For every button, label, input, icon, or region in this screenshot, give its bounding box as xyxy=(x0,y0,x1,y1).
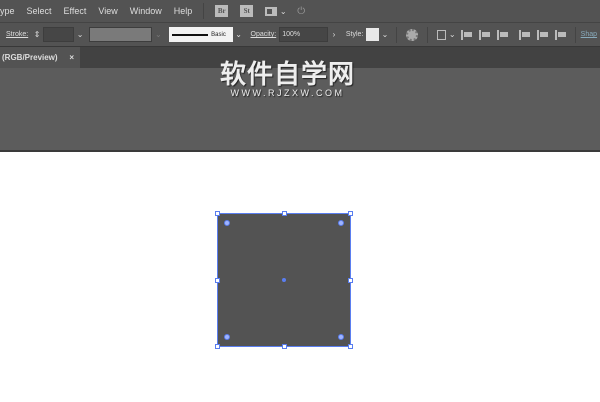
corner-widget-se[interactable] xyxy=(338,334,344,340)
resize-handle-s[interactable] xyxy=(282,344,287,349)
style-label: Style: xyxy=(345,31,364,38)
resize-handle-ne[interactable] xyxy=(348,211,353,216)
divider xyxy=(426,26,428,43)
resize-handle-n[interactable] xyxy=(282,211,287,216)
divider xyxy=(395,26,397,43)
center-point xyxy=(282,278,286,282)
chevron-down-icon[interactable]: ⌄ xyxy=(277,7,289,16)
profile-dropdown[interactable]: ⌄ xyxy=(152,30,164,39)
align-to-dropdown[interactable]: ⌄ xyxy=(446,30,458,39)
opacity-label[interactable]: Opacity: xyxy=(251,31,277,38)
stroke-weight-input[interactable] xyxy=(42,27,75,42)
divider xyxy=(203,3,205,19)
watermark-cn: 软件自学网 xyxy=(220,59,356,89)
menu-effect[interactable]: Effect xyxy=(58,6,93,16)
menu-bar: ype Select Effect View Window Help Br St… xyxy=(0,0,600,22)
brush-dropdown[interactable]: ⌄ xyxy=(233,30,245,39)
brush-stroke-preview xyxy=(172,33,209,36)
align-vertical-center-icon[interactable] xyxy=(537,29,549,40)
close-icon[interactable]: × xyxy=(69,53,74,62)
opacity-input[interactable]: 100% xyxy=(279,27,329,42)
resize-handle-sw[interactable] xyxy=(215,344,220,349)
gpu-performance-icon[interactable]: ⏻ xyxy=(297,6,305,17)
shape-properties-link[interactable]: Shap xyxy=(581,31,597,38)
resize-handle-e[interactable] xyxy=(348,278,353,283)
align-bottom-icon[interactable] xyxy=(554,29,567,40)
menu-view[interactable]: View xyxy=(92,6,123,16)
variable-width-profile[interactable] xyxy=(88,27,153,42)
stroke-weight-stepper[interactable]: ⇕ xyxy=(31,30,43,39)
menu-help[interactable]: Help xyxy=(168,6,199,16)
document-tab-label: (RGB/Preview) xyxy=(2,53,58,62)
corner-widget-nw[interactable] xyxy=(224,220,230,226)
corner-widget-ne[interactable] xyxy=(338,220,344,226)
align-left-icon[interactable] xyxy=(461,29,473,40)
resize-handle-w[interactable] xyxy=(215,278,220,283)
brush-definition[interactable]: Basic xyxy=(169,27,233,42)
corner-widget-sw[interactable] xyxy=(224,334,230,340)
selected-rectangle[interactable] xyxy=(215,211,353,349)
watermark-en: WWW.RJZXW.COM xyxy=(230,88,345,98)
align-top-icon[interactable] xyxy=(519,29,531,40)
stroke-label[interactable]: Stroke: xyxy=(6,31,28,38)
opacity-arrow[interactable]: › xyxy=(328,30,340,39)
resize-handle-nw[interactable] xyxy=(215,211,220,216)
align-horizontal-center-icon[interactable] xyxy=(478,29,491,40)
graphic-style-swatch[interactable] xyxy=(366,28,380,41)
menu-window[interactable]: Window xyxy=(124,6,168,16)
menu-select[interactable]: Select xyxy=(21,6,58,16)
align-to-icon[interactable] xyxy=(436,29,447,40)
resize-handle-se[interactable] xyxy=(348,344,353,349)
stroke-weight-dropdown[interactable]: ⌄ xyxy=(74,30,86,39)
workspace-layout-icon[interactable] xyxy=(265,6,278,16)
control-bar: Stroke: ⇕ ⌄ ⌄ Basic ⌄ Opacity: 100% › St… xyxy=(0,22,600,46)
document-tab[interactable]: (RGB/Preview) × xyxy=(0,47,80,68)
menu-type[interactable]: ype xyxy=(0,6,21,16)
brush-label: Basic xyxy=(211,31,226,38)
align-right-icon[interactable] xyxy=(496,29,509,40)
recolor-artwork-icon[interactable] xyxy=(405,28,418,41)
stock-button[interactable]: St xyxy=(240,5,254,17)
watermark: 软件自学网 WWW.RJZXW.COM xyxy=(220,60,355,98)
divider xyxy=(574,26,576,43)
bridge-button[interactable]: Br xyxy=(215,5,229,17)
style-dropdown[interactable]: ⌄ xyxy=(379,30,391,39)
